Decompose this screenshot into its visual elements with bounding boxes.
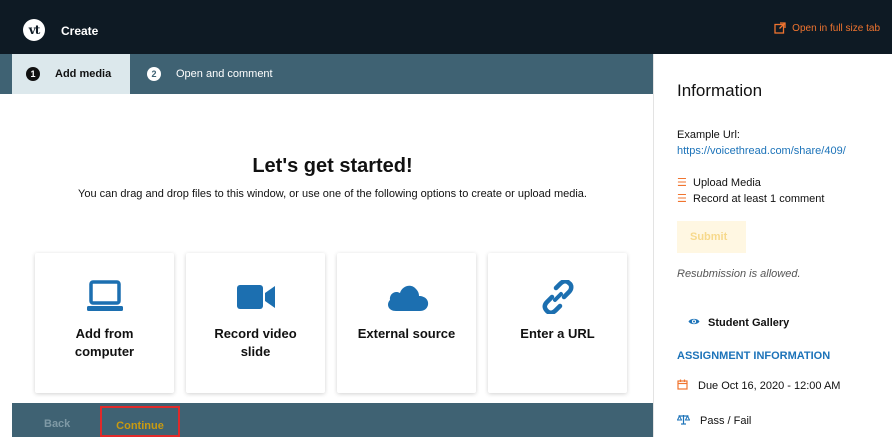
assignment-info-heading: ASSIGNMENT INFORMATION xyxy=(677,350,831,362)
example-url: Example Url: https://voicethread.com/sha… xyxy=(677,127,882,159)
video-camera-icon xyxy=(186,277,325,317)
eye-icon xyxy=(688,317,700,329)
step-number: 1 xyxy=(26,67,40,81)
option-label: Record video slide xyxy=(214,326,297,359)
laptop-icon xyxy=(35,277,174,317)
step-open-and-comment[interactable]: 2 Open and comment xyxy=(147,54,273,94)
external-source-card[interactable]: External source xyxy=(337,253,476,393)
cloud-icon xyxy=(337,277,476,317)
due-date-label: Due Oct 16, 2020 - 12:00 AM xyxy=(698,380,841,392)
top-bar: vt Create Open in full size tab xyxy=(0,0,892,54)
option-label: Enter a URL xyxy=(520,326,595,341)
resubmission-note: Resubmission is allowed. xyxy=(677,268,801,280)
voicethread-logo: vt xyxy=(23,19,45,41)
information-sidebar: Information Example Url: https://voiceth… xyxy=(653,54,892,437)
submit-button[interactable]: Submit xyxy=(677,221,746,253)
balance-scale-icon xyxy=(676,414,691,428)
example-url-prefix: Example Url: xyxy=(677,129,740,141)
requirement-item: ☰ Record at least 1 comment xyxy=(677,192,825,206)
record-video-slide-card[interactable]: Record video slide xyxy=(186,253,325,393)
add-from-computer-card[interactable]: Add from computer xyxy=(35,253,174,393)
open-full-size-link[interactable]: Open in full size tab xyxy=(774,22,880,34)
step-label: Add media xyxy=(55,68,112,80)
grading-type: Pass / Fail xyxy=(676,414,752,428)
checklist-icon: ☰ xyxy=(677,177,687,189)
footer-bar: Back Continue xyxy=(12,403,653,437)
open-full-size-label: Open in full size tab xyxy=(792,22,880,34)
step-add-media[interactable]: 1 Add media xyxy=(12,54,130,94)
student-gallery-link[interactable]: Student Gallery xyxy=(688,317,789,329)
back-button[interactable]: Back xyxy=(44,418,70,430)
continue-button[interactable]: Continue xyxy=(100,406,180,437)
sidebar-title: Information xyxy=(677,81,763,100)
steps-bar: 1 Add media 2 Open and comment xyxy=(0,54,653,94)
requirement-label: Upload Media xyxy=(693,176,761,189)
main-panel: Let's get started! You can drag and drop… xyxy=(12,94,653,403)
calendar-icon xyxy=(677,379,688,393)
option-label: External source xyxy=(357,326,456,341)
continue-label: Continue xyxy=(116,420,164,432)
option-label: Add from computer xyxy=(74,326,135,359)
external-link-icon xyxy=(774,22,786,34)
window-title: Create xyxy=(61,24,99,38)
step-number: 2 xyxy=(147,67,161,81)
due-date: Due Oct 16, 2020 - 12:00 AM xyxy=(677,379,840,393)
page-subtext: You can drag and drop files to this wind… xyxy=(78,188,587,200)
link-icon xyxy=(488,277,627,317)
step-label: Open and comment xyxy=(176,68,273,80)
requirement-item: ☰ Upload Media xyxy=(677,176,761,190)
requirement-label: Record at least 1 comment xyxy=(693,192,825,205)
checklist-icon: ☰ xyxy=(677,193,687,205)
grading-label: Pass / Fail xyxy=(700,415,752,427)
student-gallery-label: Student Gallery xyxy=(708,317,790,329)
enter-url-card[interactable]: Enter a URL xyxy=(488,253,627,393)
page-heading: Let's get started! xyxy=(252,155,413,177)
example-url-link[interactable]: https://voicethread.com/share/409/ xyxy=(677,145,846,157)
